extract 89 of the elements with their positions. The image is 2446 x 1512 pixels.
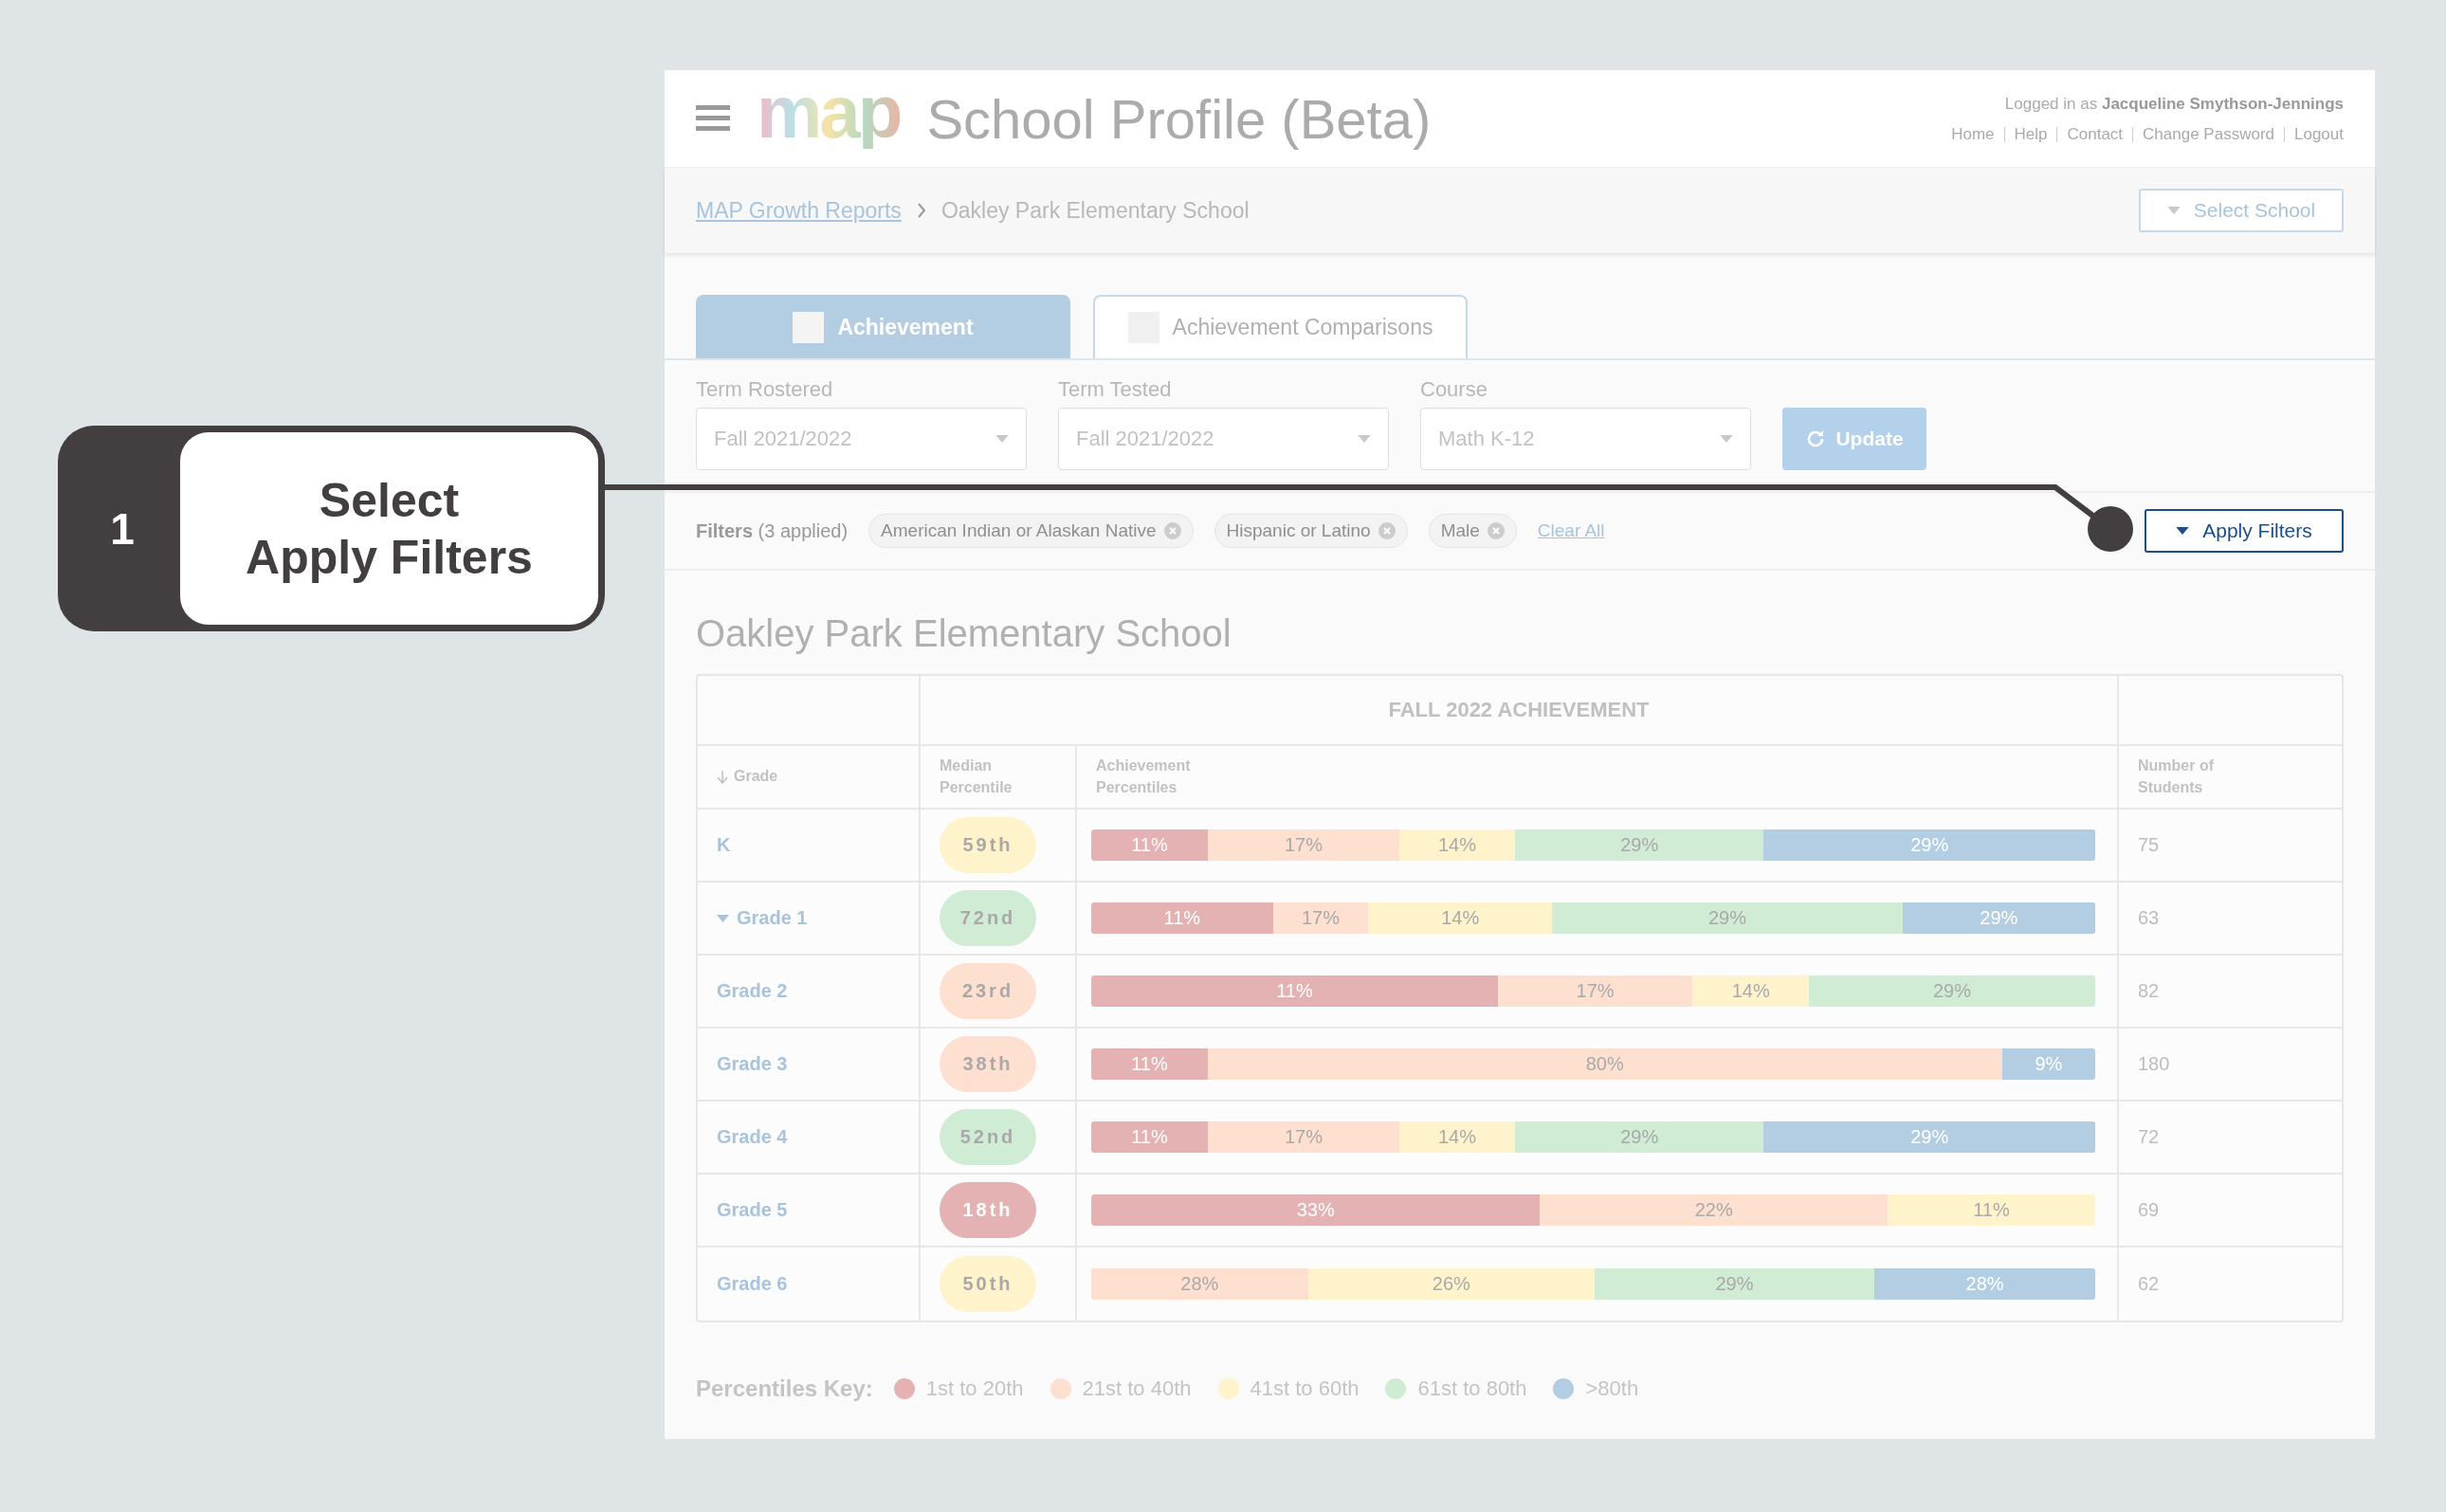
- student-count: 180: [2138, 1053, 2170, 1075]
- step-number: 1: [109, 502, 136, 556]
- breadcrumb-link[interactable]: MAP Growth Reports: [696, 197, 902, 224]
- page-title: School Profile (Beta): [926, 86, 1432, 151]
- column-header: Number of Students: [2138, 756, 2215, 797]
- grade-link[interactable]: Grade 5: [717, 1199, 788, 1221]
- bar-segment: 11%: [1091, 1121, 1208, 1153]
- bar-segment: 29%: [1514, 829, 1764, 861]
- grade-link[interactable]: Grade 6: [717, 1273, 788, 1295]
- grade-link[interactable]: Grade 1: [717, 907, 808, 929]
- bar-segment: 11%: [1091, 975, 1498, 1007]
- update-button[interactable]: Update: [1782, 408, 1926, 470]
- bar-segment: 11%: [1091, 1048, 1208, 1080]
- select-school-button[interactable]: Select School: [2139, 189, 2344, 232]
- bar-segment: 17%: [1207, 829, 1400, 861]
- header-link[interactable]: Logout: [2284, 127, 2344, 142]
- median-badge: 18th: [940, 1182, 1036, 1238]
- bar-segment: 11%: [1091, 902, 1273, 934]
- bar-segment: 14%: [1399, 829, 1515, 861]
- header-link[interactable]: Contact: [2056, 127, 2133, 142]
- bar-segment: 29%: [1514, 1121, 1764, 1153]
- login-info: Logged in as Jacqueline Smythson-Jennings: [2003, 95, 2344, 114]
- caret-icon: [995, 435, 1009, 443]
- header-link[interactable]: Home: [1942, 127, 2004, 142]
- column-header: Grade: [734, 767, 778, 787]
- column-header: Achievement Percentiles: [1096, 756, 1192, 797]
- remove-icon[interactable]: [1487, 522, 1505, 539]
- dropdown[interactable]: Fall 2021/2022: [696, 408, 1027, 470]
- filter-chip[interactable]: Hispanic or Latino: [1214, 514, 1408, 548]
- median-badge: 23rd: [940, 963, 1036, 1019]
- student-count: 72: [2138, 1126, 2160, 1148]
- field-label: Term Tested: [1058, 377, 1173, 402]
- grade-link[interactable]: Grade 2: [717, 980, 788, 1002]
- median-badge: 50th: [940, 1256, 1036, 1312]
- median-badge: 52nd: [940, 1109, 1036, 1165]
- field-label: Term Rostered: [696, 377, 834, 402]
- student-count: 62: [2138, 1273, 2160, 1295]
- caret-icon: [1720, 435, 1733, 443]
- school-heading: Oakley Park Elementary School: [695, 611, 1232, 656]
- grade-link[interactable]: K: [717, 834, 731, 856]
- bar-segment: 14%: [1368, 902, 1553, 934]
- filter-chip[interactable]: American Indian or Alaskan Native: [868, 514, 1194, 548]
- bar-segment: 17%: [1207, 1121, 1400, 1153]
- filters-summary: Filters (3 applied): [696, 519, 849, 542]
- bar-segment: 17%: [1272, 902, 1369, 934]
- bar-segment: 22%: [1540, 1194, 1888, 1226]
- caret-icon: [2166, 207, 2181, 214]
- median-badge: 59th: [940, 817, 1036, 873]
- field-label: Course: [1420, 377, 1488, 402]
- callout-text: Select Apply Filters: [180, 432, 598, 625]
- bar-segment: 33%: [1091, 1194, 1541, 1226]
- remove-icon[interactable]: [1378, 522, 1396, 539]
- student-count: 75: [2138, 834, 2160, 856]
- bar-segment: 80%: [1207, 1048, 2002, 1080]
- remove-icon[interactable]: [1163, 522, 1181, 539]
- student-count: 63: [2138, 907, 2160, 929]
- caret-icon: [1358, 435, 1371, 443]
- column-group-header: FALL 2022 ACHIEVEMENT: [1388, 698, 1650, 722]
- menu-icon[interactable]: [696, 105, 730, 132]
- header-link[interactable]: Help: [2003, 127, 2057, 142]
- bar-segment: 17%: [1497, 975, 1693, 1007]
- tab[interactable]: Achievement Comparisons: [1093, 295, 1468, 358]
- apply-filters-button[interactable]: Apply Filters: [2145, 509, 2344, 553]
- median-badge: 38th: [940, 1036, 1036, 1092]
- header-link[interactable]: Change Password: [2132, 127, 2284, 142]
- grade-link[interactable]: Grade 3: [717, 1053, 788, 1075]
- clear-all-link[interactable]: Clear All: [1537, 520, 1605, 541]
- tab[interactable]: Achievement: [696, 295, 1070, 358]
- caret-icon[interactable]: [717, 914, 729, 922]
- caret-icon: [2176, 527, 2190, 535]
- student-count: 69: [2138, 1199, 2160, 1221]
- bar-segment: 26%: [1307, 1268, 1595, 1300]
- chevron-right-icon: [916, 203, 926, 218]
- dropdown[interactable]: Math K-12: [1420, 408, 1751, 470]
- grade-link[interactable]: Grade 4: [717, 1126, 788, 1148]
- median-badge: 72nd: [940, 890, 1036, 946]
- bar-segment: 14%: [1399, 1121, 1515, 1153]
- bar-segment: 29%: [1552, 902, 1903, 934]
- column-header: Median Percentile: [940, 756, 1013, 797]
- bar-segment: 11%: [1091, 829, 1208, 861]
- square-icon: [793, 312, 825, 343]
- filter-chip[interactable]: Male: [1428, 514, 1517, 548]
- bar-segment: 29%: [1594, 1268, 1875, 1300]
- dropdown[interactable]: Fall 2021/2022: [1058, 408, 1389, 470]
- arrow-down-icon[interactable]: [717, 770, 728, 784]
- student-count: 82: [2138, 980, 2160, 1002]
- breadcrumb-current: Oakley Park Elementary School: [940, 197, 1250, 224]
- bar-segment: 14%: [1692, 975, 1810, 1007]
- bar-segment: 28%: [1091, 1268, 1308, 1300]
